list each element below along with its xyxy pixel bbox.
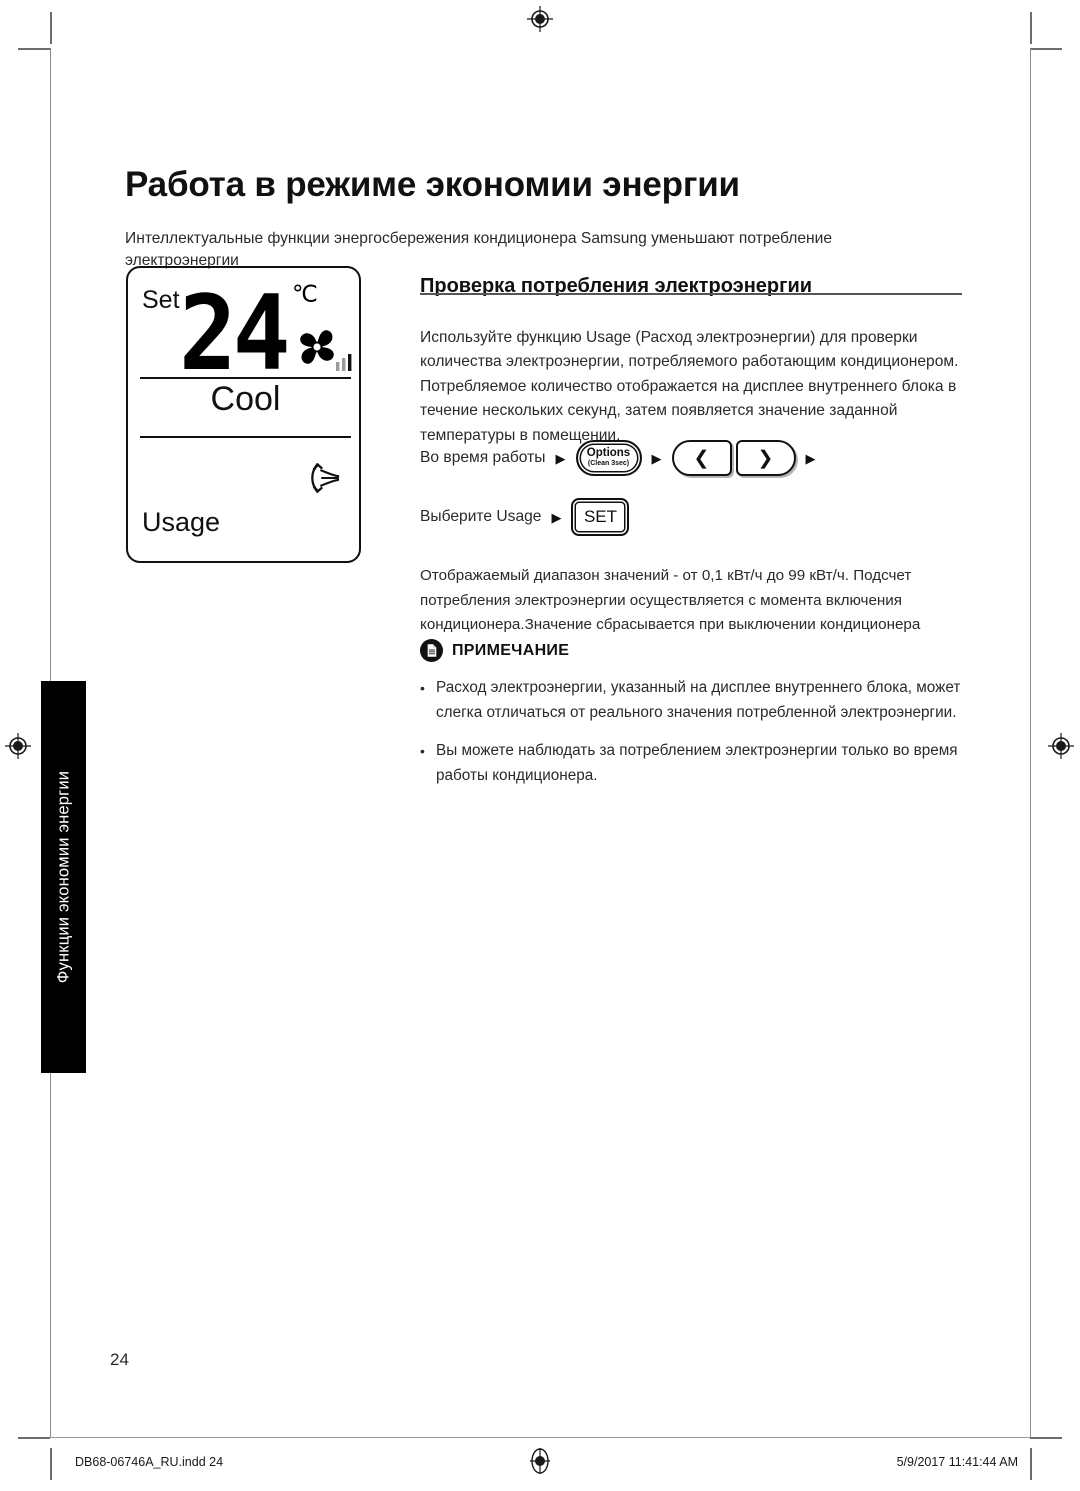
manual-page: Функции экономии энергии Работа в режиме… [0, 0, 1080, 1491]
page-intro-text: Интеллектуальные функции энергосбережени… [125, 229, 832, 269]
display-set-label: Set [142, 286, 180, 314]
step-row-during-operation: Во время работы ▶ Options (Clean 3sec) ▶… [420, 440, 826, 476]
registration-mark-right [1048, 733, 1074, 759]
step-arrow-icon: ▶ [555, 450, 566, 466]
crop-mark-bottom-right-vertical [1030, 1448, 1032, 1480]
registration-mark-bottom [530, 1448, 550, 1474]
step-arrow-icon: ▶ [805, 450, 816, 466]
display-mode-label: Cool [210, 380, 281, 418]
note-heading-label: ПРИМЕЧАНИЕ [452, 641, 570, 659]
crop-mark-bottom-right-horizontal [1030, 1437, 1062, 1439]
display-divider-bottom [140, 436, 351, 438]
crop-mark-top-right-horizontal [1030, 48, 1062, 50]
section-thumb-tab-label: Функции экономии энергии [54, 770, 72, 984]
navigation-rocker-buttons: ❮ ❯ [671, 440, 796, 476]
indoor-unit-display-illustration: Set 24 ℃ Cool Usage [126, 266, 361, 563]
registration-mark-top [527, 6, 553, 32]
registration-mark-left [5, 733, 31, 759]
note-list: • Расход электроэнергии, указанный на ди… [420, 676, 965, 802]
footer-timestamp: 5/9/2017 11:41:44 AM [896, 1455, 1018, 1469]
page-number: 24 [110, 1350, 129, 1369]
footer-rule [50, 1437, 1030, 1438]
step-1-label: Во время работы [420, 449, 546, 466]
step-arrow-icon: ▶ [551, 509, 562, 525]
note-list-item: • Вы можете наблюдать за потреблением эл… [420, 739, 965, 788]
options-button[interactable]: Options (Clean 3sec) [575, 440, 642, 476]
set-button[interactable]: SET [571, 498, 630, 536]
crop-mark-top-left-horizontal [18, 48, 50, 50]
chevron-left-button[interactable]: ❮ [671, 440, 732, 476]
document-note-icon [420, 639, 443, 662]
section-heading-rule [420, 293, 962, 295]
footer-filename: DB68-06746A_RU.indd 24 [75, 1455, 224, 1469]
step-2-label: Выберите Usage [420, 508, 542, 525]
step-row-select-usage: Выберите Usage ▶ SET [420, 498, 630, 536]
options-button-label: Options [586, 447, 631, 459]
section-paragraph-1: Используйте функцию Usage (Расход электр… [420, 328, 959, 444]
section-thumb-tab: Функции экономии энергии [41, 681, 86, 1073]
display-temperature-value: 24 [179, 273, 291, 394]
display-divider-top [140, 377, 351, 379]
fan-speed-bars-icon [336, 354, 352, 371]
bullet-icon: • [420, 680, 425, 696]
crop-mark-bottom-left-vertical [50, 1448, 52, 1480]
section-paragraph-2: Отображаемый диапазон значений - от 0,1 … [420, 567, 921, 634]
note-item-text: Расход электроэнергии, указанный на дисп… [436, 679, 961, 721]
crop-mark-bottom-left-horizontal [18, 1437, 50, 1439]
crop-mark-top-right-vertical [1030, 12, 1032, 44]
chevron-right-button[interactable]: ❯ [735, 440, 796, 476]
page-title: Работа в режиме экономии энергии [125, 165, 740, 205]
display-degree-unit: ℃ [292, 281, 318, 307]
note-item-text: Вы можете наблюдать за потреблением элек… [436, 742, 958, 784]
note-heading: ПРИМЕЧАНИЕ [420, 639, 569, 662]
note-list-item: • Расход электроэнергии, указанный на ди… [420, 676, 965, 725]
pinwheel-fan-icon [300, 330, 334, 364]
display-usage-label: Usage [142, 507, 221, 537]
bullet-icon: • [420, 743, 425, 759]
step-arrow-icon: ▶ [651, 450, 662, 466]
crop-mark-top-left-vertical [50, 12, 52, 44]
airflow-swing-icon [311, 463, 340, 493]
trim-line-right [1030, 48, 1031, 1437]
options-button-sublabel: (Clean 3sec) [587, 460, 630, 467]
